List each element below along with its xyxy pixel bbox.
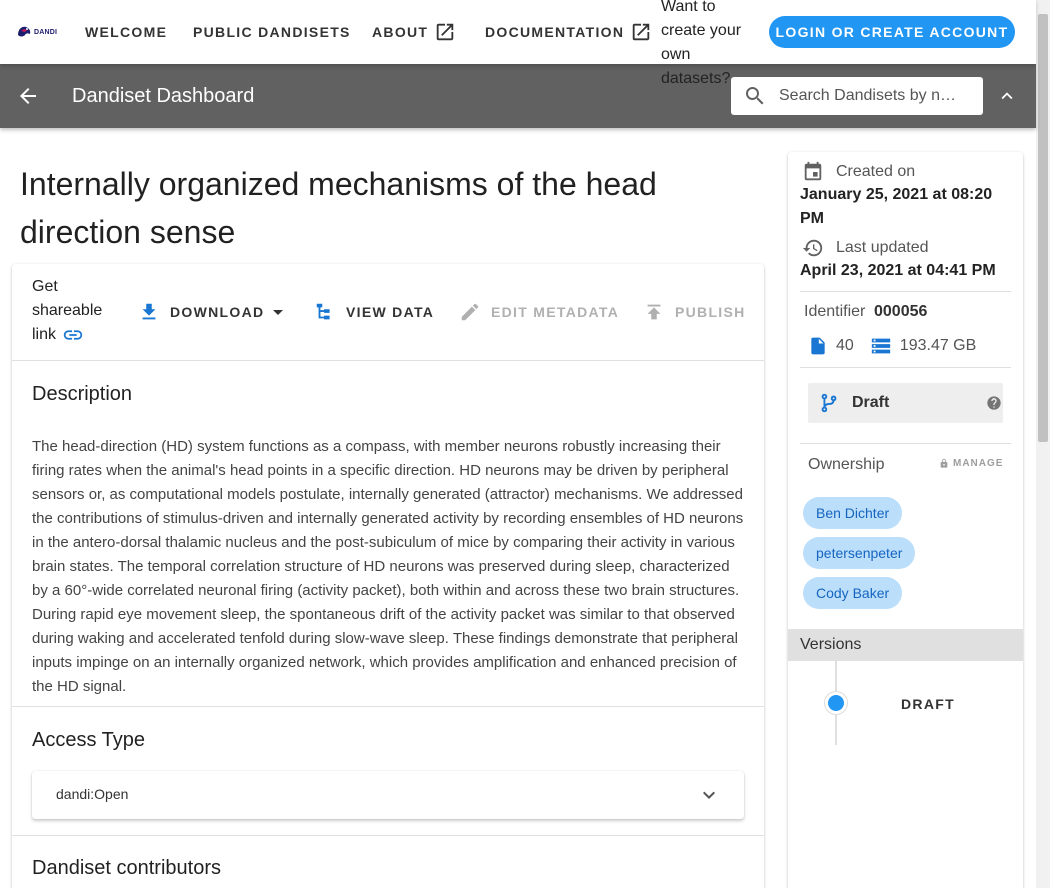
created-on-value: January 25, 2021 at 08:20 PM (800, 186, 993, 227)
view-data-button[interactable]: View Data (314, 300, 434, 324)
created-on-label: Created on (836, 163, 916, 180)
dandiset-title: Internally organized mechanisms of the h… (20, 166, 657, 250)
top-nav-bar: DANDI Welcome Public Dandisets About Doc… (0, 0, 1036, 87)
owner-chip[interactable]: Cody Baker (803, 577, 903, 609)
create-datasets-prompt: Want to create your own datasets? (661, 0, 742, 87)
shareable-link-button[interactable]: Get shareable link (32, 275, 112, 347)
access-type-value: dandi:Open (56, 786, 129, 802)
search-input[interactable]: Search Dandisets by name, description, i… (731, 77, 983, 115)
owner-chip[interactable]: petersenpeter (803, 537, 916, 569)
open-in-new-icon (437, 23, 454, 41)
access-type-expander[interactable]: dandi:Open (32, 771, 744, 819)
identifier-label: Identifier (804, 303, 866, 320)
download-label: Download (170, 304, 265, 320)
dashboard-toolbar: Dandiset Dashboard Search Dandisets by n… (0, 64, 1036, 128)
chevron-down-icon (703, 791, 715, 799)
source-branch-icon (821, 393, 837, 413)
nav-welcome-label: Welcome (85, 24, 168, 40)
file-icon (811, 337, 825, 355)
version-status-label: Draft (852, 394, 890, 411)
link-icon (63, 330, 83, 340)
version-timeline-dot (825, 692, 847, 714)
logo-text: DANDI (34, 28, 58, 36)
login-button[interactable]: Login or Create Account (769, 16, 1015, 48)
version-draft-button[interactable]: Draft (901, 696, 955, 712)
search-placeholder: Search Dandisets by name, description, i… (779, 87, 957, 104)
chevron-up-icon[interactable] (996, 85, 1018, 107)
action-bar: Get shareable link Download View Data Ed… (12, 264, 764, 361)
open-in-new-icon (633, 23, 650, 41)
caret-down-icon (273, 310, 284, 315)
access-type-title: Access Type (32, 729, 146, 751)
divider (800, 291, 1011, 292)
pencil-icon (461, 303, 479, 321)
nav-documentation-label: Documentation (485, 24, 625, 40)
ownership-label: Ownership (808, 456, 885, 473)
download-button[interactable]: Download (138, 300, 290, 324)
divider (800, 367, 1011, 368)
versions-header: Versions (788, 629, 1023, 661)
view-data-label: View Data (346, 304, 435, 320)
publish-icon (647, 304, 661, 320)
manage-label: Manage (953, 458, 1004, 469)
help-icon[interactable] (986, 395, 1002, 411)
divider (800, 443, 1011, 444)
lock-icon (940, 458, 948, 468)
arrow-back-icon[interactable] (16, 84, 40, 108)
dandi-logo-icon (18, 26, 31, 37)
identifier-value: 000056 (874, 303, 928, 320)
download-icon (142, 303, 156, 320)
nav-public-dandisets[interactable]: Public Dandisets (193, 20, 351, 44)
last-updated-label: Last updated (836, 239, 929, 256)
dandiset-sidebar: Created on January 25, 2021 at 08:20 PM … (788, 152, 1023, 888)
dandi-logo[interactable]: DANDI (16, 22, 62, 42)
version-status-box: Draft (808, 383, 1003, 423)
publish-button[interactable]: Publish (643, 300, 746, 324)
versions-label: Versions (800, 636, 862, 653)
nav-public-dandisets-label: Public Dandisets (193, 24, 351, 40)
edit-metadata-button[interactable]: Edit Metadata (459, 300, 619, 324)
description-section: Description The head-direction (HD) syst… (12, 361, 764, 707)
access-type-section: Access Type dandi:Open (12, 707, 764, 836)
file-tree-icon (316, 303, 330, 320)
nav-welcome[interactable]: Welcome (85, 20, 167, 44)
page-scrollbar[interactable] (1036, 0, 1050, 888)
storage-size-value: 193.47 GB (899, 337, 977, 354)
history-icon (802, 239, 823, 257)
calendar-icon (804, 161, 822, 181)
dandiset-stats: 40 193.47 GB (808, 334, 992, 358)
description-text: The head-direction (HD) system functions… (32, 438, 744, 695)
scrollbar-thumb[interactable] (1038, 14, 1048, 442)
nav-documentation[interactable]: Documentation (485, 20, 652, 44)
owner-chip[interactable]: Ben Dichter (803, 497, 903, 529)
created-on-row: Created on (802, 161, 915, 183)
storage-size: 193.47 GB (870, 334, 977, 358)
toolbar-title: Dandiset Dashboard (72, 85, 255, 107)
publish-label: Publish (675, 304, 746, 320)
storage-icon (871, 338, 890, 354)
contributors-section: Dandiset contributors (12, 836, 764, 888)
file-count-value: 40 (836, 337, 854, 354)
file-count: 40 (808, 335, 854, 357)
edit-metadata-label: Edit Metadata (491, 304, 620, 320)
dandiset-details-card: Get shareable link Download View Data Ed… (12, 264, 764, 888)
description-title: Description (32, 383, 133, 405)
nav-about-label: About (372, 24, 429, 40)
last-updated-value: April 23, 2021 at 04:41 PM (800, 262, 996, 279)
manage-owners-button[interactable]: Manage (939, 458, 1003, 469)
contributors-title: Dandiset contributors (32, 857, 221, 879)
last-updated-row: Last updated (802, 237, 929, 259)
nav-about[interactable]: About (372, 20, 456, 44)
